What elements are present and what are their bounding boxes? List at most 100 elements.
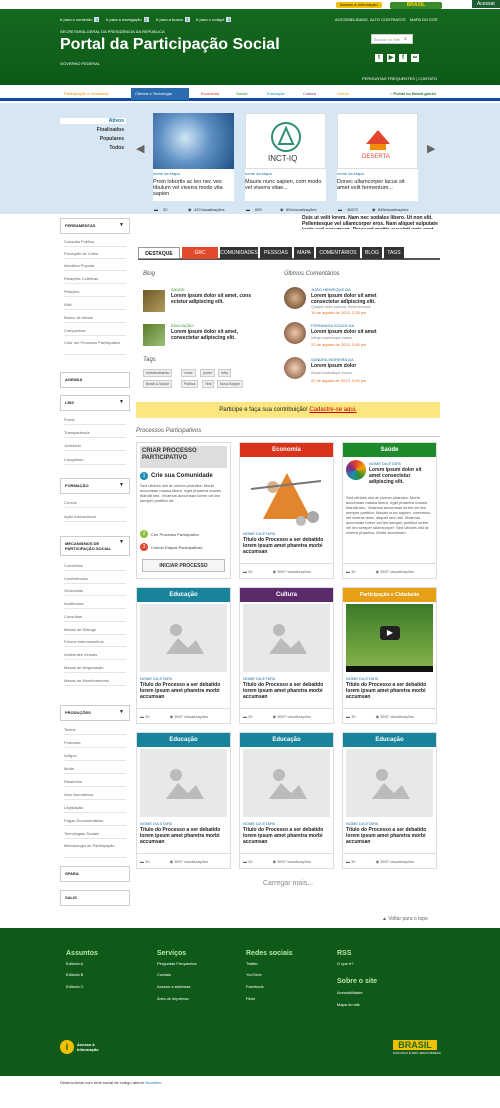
blog-post-image[interactable] [143, 290, 165, 312]
footer-link[interactable]: Flickr [246, 996, 256, 1001]
mapa-do-site-link[interactable]: MAPA DO SITE [410, 17, 438, 22]
sidebar-item[interactable]: Mídia [64, 763, 126, 774]
tag-chip[interactable]: jovem [200, 369, 216, 377]
card-title[interactable]: Título do Processo a ser debatido lorem … [140, 682, 228, 700]
sidebar-item[interactable]: Iniciativa Popular [64, 260, 126, 271]
page-title[interactable]: Portal da Participação Social [60, 36, 280, 54]
footer-link[interactable]: O que é? [337, 961, 353, 966]
sidebar-item[interactable]: Mesas de Diálogo [64, 624, 126, 635]
acessibilidade-link[interactable]: ACESSIBILIDADE [335, 17, 368, 22]
process-card[interactable]: Saúde NOME DA ETAPA Lorem ipsum dolor si… [342, 442, 437, 579]
tab-mapa[interactable]: MAPA [294, 247, 314, 259]
card-category-header[interactable]: Educação [240, 733, 333, 747]
sidebar-item[interactable]: Judiciário [64, 440, 126, 451]
footer-link[interactable]: Área de imprensa [157, 996, 189, 1001]
sidebar-item[interactable]: Produção de Vídeo [64, 248, 126, 259]
sidebar-item[interactable]: Criar um Processo Participativo [64, 338, 126, 355]
sidebar-item[interactable]: Podcasts [64, 737, 126, 748]
process-card[interactable]: Educação NOME DA ETAPA Título do Process… [136, 587, 231, 724]
sidebar-item[interactable]: Wiki [64, 299, 126, 310]
sidebar-item[interactable]: Campanhas [64, 325, 126, 336]
sidebar-item[interactable]: Mesas de Negociação [64, 662, 126, 673]
sidebar-item[interactable]: Relações Coletivas [64, 273, 126, 284]
footer-link[interactable]: Twitter [246, 961, 258, 966]
carousel-card[interactable]: nome da etapa Proin lobortis ac leo nec … [153, 113, 234, 201]
process-card[interactable]: Economia NOME DA ETAPA Título do Process… [239, 442, 334, 579]
sidebar-item[interactable]: Metodologia de Participação [64, 841, 126, 858]
nav-educacao[interactable]: Educação [263, 88, 289, 100]
sidebar-item[interactable]: Petições [64, 286, 126, 297]
carousel-card[interactable]: DESERTA nome da etapa Donec ullamcorper … [337, 113, 418, 201]
sidebar-item[interactable]: Mesas de Monitoramento [64, 675, 126, 686]
sidebar-item[interactable]: Atos Normativos [64, 789, 126, 800]
footer-link[interactable]: Acessibilidade [337, 990, 363, 995]
back-to-top-link[interactable]: ▲ Voltar para o topo [382, 916, 428, 922]
portal-brasil-link[interactable]: ⌂ Portal no Brasil.gov.br [386, 88, 440, 100]
carousel-card[interactable]: INCT-IQ nome da etapa Mauris nunc sapien… [245, 113, 326, 201]
comment-author[interactable]: FERNANDA SOUZA DA [311, 323, 354, 328]
blog-post-title[interactable]: Lorem ipsum dolor sit amet, consectetur … [171, 329, 263, 341]
sidebar-salis-header[interactable]: SALIS [60, 890, 130, 906]
footer-link[interactable]: Mapa do site [337, 1002, 360, 1007]
tag-chip[interactable]: entretenimento [143, 369, 173, 377]
sidebar-item[interactable]: Textos [64, 724, 126, 735]
sidebar-item[interactable]: Legislação [64, 802, 126, 813]
card-category-header[interactable]: Educação [137, 588, 230, 602]
sidebar-spara-header[interactable]: SPARA [60, 866, 130, 882]
sidebar-producoes-header[interactable]: PRODUÇÕES ▼ [60, 705, 130, 721]
header-bottom-links[interactable]: PERGUNTAS FREQUENTES | CONTATO [362, 76, 437, 81]
card-category-header[interactable]: Saúde [343, 443, 436, 457]
sidebar-formacao-header[interactable]: FORMAÇÃO ▼ [60, 478, 130, 494]
load-more-button[interactable]: Carregar mais... [136, 880, 440, 887]
process-card[interactable]: Educação NOME DA ETAPA Título do Process… [342, 732, 437, 869]
tag-chip[interactable]: Brasil & Saúde [143, 380, 173, 388]
tab-grc[interactable]: GRC [182, 247, 218, 259]
sidebar-leis-header[interactable]: LEIS ▼ [60, 395, 130, 411]
card-category-header[interactable]: Economia [240, 443, 333, 457]
footer-link[interactable]: Contato [157, 972, 171, 977]
avatar[interactable] [284, 357, 306, 379]
avatar[interactable] [284, 322, 306, 344]
carousel-next-icon[interactable]: ▶ [427, 142, 435, 155]
sidebar-item[interactable]: Consultas [64, 611, 126, 622]
brasil-gov-logo[interactable]: BRASIL [393, 1040, 437, 1050]
sidebar-item[interactable]: Fóruns Interconselhos [64, 636, 126, 647]
skip-to-search-link[interactable]: Ir para a busca 3 [156, 17, 190, 22]
skip-to-footer-link[interactable]: Ir para o rodapé 4 [196, 17, 232, 22]
iniciar-processo-button[interactable]: INICIAR PROCESSO [142, 559, 225, 572]
sidebar-item[interactable]: Ouvidorias [64, 585, 126, 596]
facebook-icon[interactable]: f [399, 54, 407, 62]
tag-chip[interactable]: Pública [181, 380, 199, 388]
blog-post-title[interactable]: Lorem ipsum dolor sit amet, cons ectetur… [171, 293, 263, 305]
tag-chip[interactable]: Nova Equipe [217, 380, 244, 388]
filter-ativos[interactable]: Ativos [60, 118, 126, 124]
tab-blog[interactable]: BLOG [362, 247, 382, 259]
nav-saude[interactable]: Saúde [232, 88, 252, 100]
footer-link[interactable]: Editoria C [66, 984, 84, 989]
sidebar-agenda-header[interactable]: AGENDA [60, 372, 130, 388]
tab-comentarios[interactable]: COMENTÁRIOS [316, 247, 360, 259]
acesso-informacao-logo-icon[interactable]: i [60, 1040, 74, 1054]
youtube-icon[interactable]: ▶ [387, 54, 395, 62]
filter-populares[interactable]: Populares [60, 136, 126, 142]
card-title[interactable]: Título do Processo a ser debatido lorem … [346, 827, 434, 845]
card-title[interactable]: Título do Processo a ser debatido lorem … [140, 827, 228, 845]
sidebar-item[interactable]: Ação educacional [64, 511, 126, 522]
card-title[interactable]: Título do Processo a ser debatido lorem … [243, 827, 331, 845]
blog-post-category[interactable]: SAÚDE [171, 287, 185, 292]
card-category-header[interactable]: Participação e Cidadania [343, 588, 436, 602]
flickr-icon[interactable]: •• [411, 54, 419, 62]
sidebar-item[interactable]: Relatórios [64, 776, 126, 787]
card-category-header[interactable]: Educação [137, 733, 230, 747]
sidebar-item[interactable]: Banco de Ideias [64, 312, 126, 323]
footer-link[interactable]: Facebook [246, 984, 264, 989]
acessar-button[interactable]: Acessar [471, 0, 500, 8]
search-icon[interactable]: ⌕ [404, 36, 412, 42]
card-title[interactable]: Lorem ipsum dolor sit amet consectetur a… [369, 467, 433, 485]
signup-link[interactable]: Cadastre-se aqui. [309, 407, 356, 413]
brasil-link[interactable]: BRASIL [390, 2, 442, 9]
sidebar-item[interactable]: Congresso [64, 454, 126, 465]
tab-tags[interactable]: TAGS [384, 247, 404, 259]
avatar[interactable] [284, 287, 306, 309]
skip-to-nav-link[interactable]: Ir para a navegação 2 [106, 17, 149, 22]
